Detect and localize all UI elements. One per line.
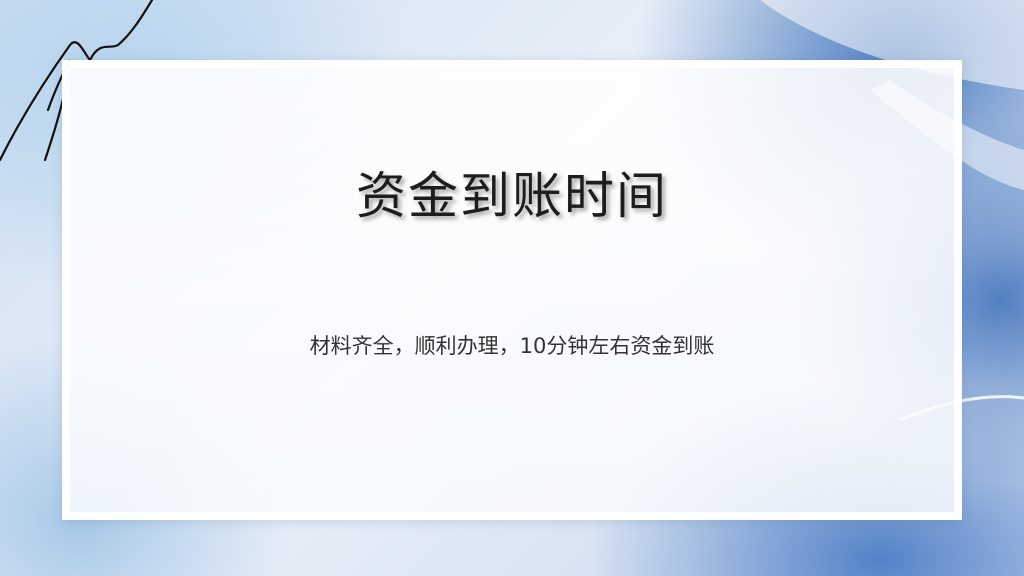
page-subtitle: 材料齐全，顺利办理，10分钟左右资金到账 (309, 334, 715, 358)
page-title: 资金到账时间 (356, 167, 668, 225)
slide-canvas: 资金到账时间 材料齐全，顺利办理，10分钟左右资金到账 (0, 0, 1024, 576)
content-card: 资金到账时间 材料齐全，顺利办理，10分钟左右资金到账 (62, 60, 962, 520)
content-card-inner (70, 68, 954, 512)
